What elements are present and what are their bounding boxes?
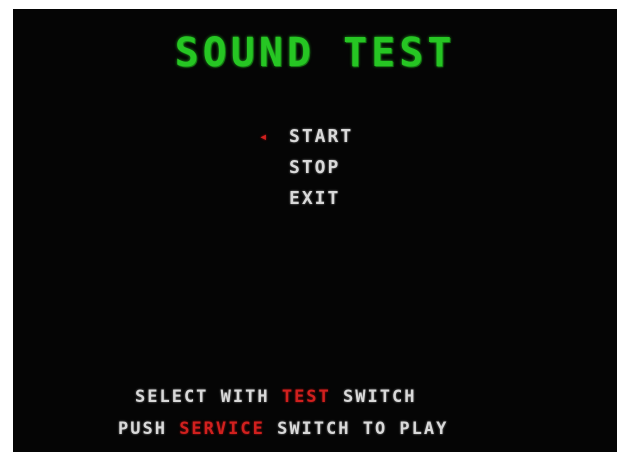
instruction-text: PUSH: [118, 419, 180, 439]
monitor-frame: SOUND TEST ◂ START STOP EXIT SELECT WITH…: [0, 0, 630, 461]
test-switch-label: TEST: [281, 387, 331, 407]
menu-item-stop[interactable]: STOP: [289, 155, 353, 186]
instruction-text: SWITCH: [330, 387, 417, 407]
service-switch-label: SERVICE: [179, 419, 265, 439]
menu-item-exit[interactable]: EXIT: [289, 186, 353, 217]
screen-title: SOUND TEST: [174, 30, 456, 76]
instruction-select: SELECT WITH TEST SWITCH: [135, 387, 416, 407]
game-screen: SOUND TEST ◂ START STOP EXIT SELECT WITH…: [13, 9, 617, 452]
instruction-text: SWITCH TO PLAY: [264, 419, 449, 439]
selection-cursor-icon: ◂: [259, 129, 270, 145]
menu-item-label: EXIT: [289, 188, 341, 209]
sound-test-menu: ◂ START STOP EXIT: [259, 124, 354, 217]
instruction-text: SELECT WITH: [135, 387, 282, 407]
menu-item-start[interactable]: ◂ START: [259, 124, 354, 155]
instruction-play: PUSH SERVICE SWITCH TO PLAY: [118, 419, 448, 439]
menu-item-label: START: [289, 126, 354, 147]
menu-item-label: STOP: [289, 157, 341, 178]
